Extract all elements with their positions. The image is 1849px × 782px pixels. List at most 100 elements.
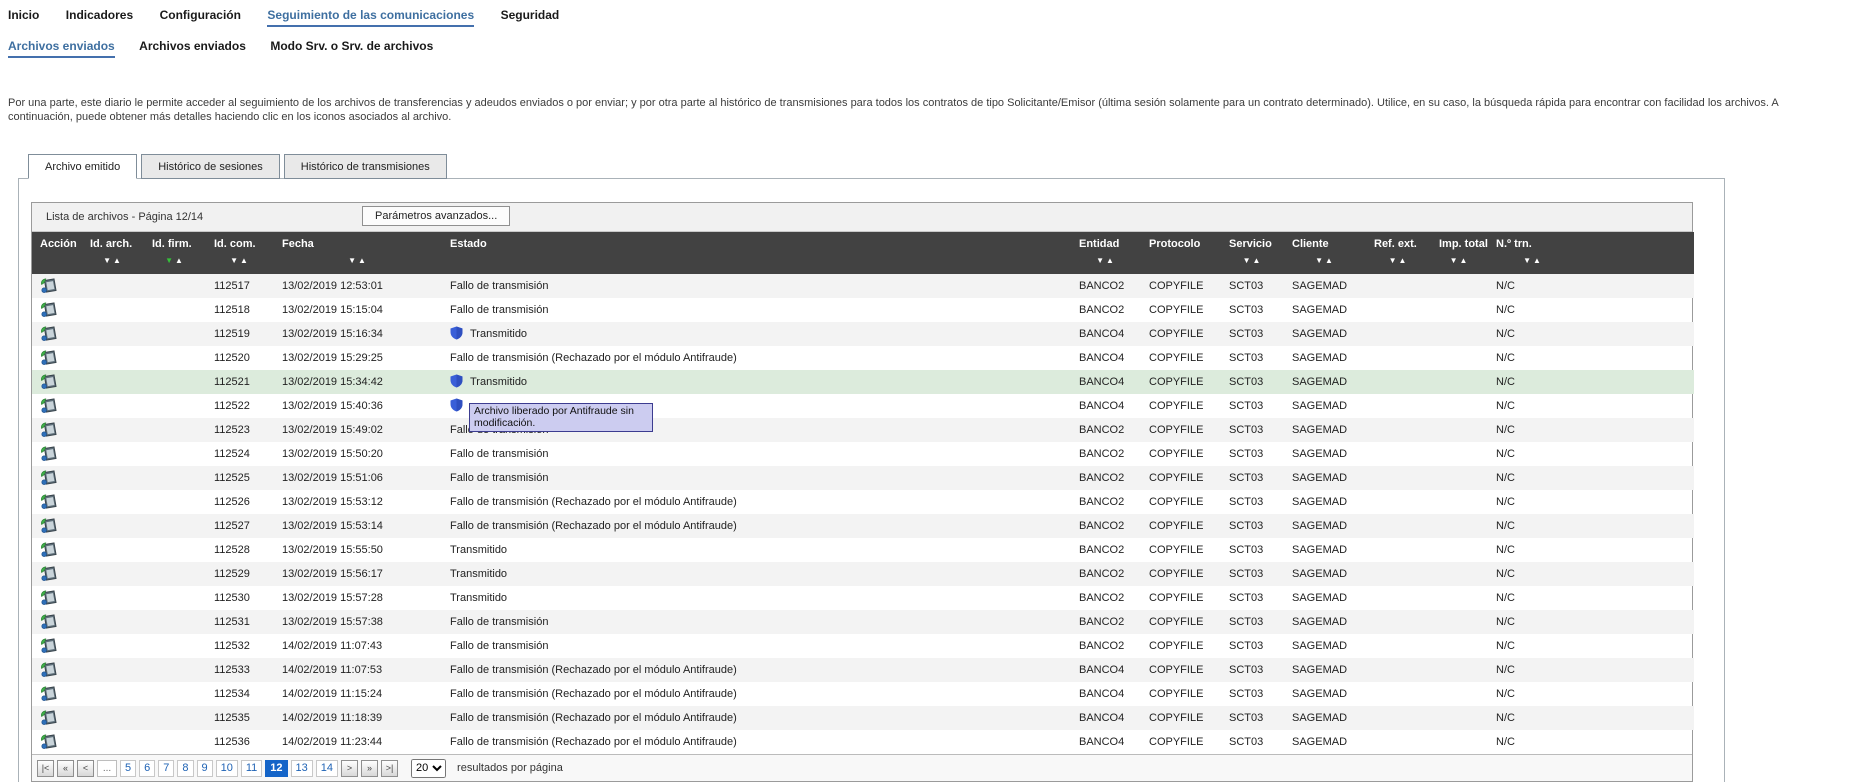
table-row[interactable]: 112529 13/02/2019 15:56:17 Transmitido BANC… (32, 562, 1694, 586)
file-details-icon[interactable] (40, 710, 58, 726)
nav-item-configuracion[interactable]: Configuración (160, 8, 241, 25)
page-button-7[interactable]: 7 (158, 759, 175, 777)
sort-desc-icon[interactable]: ▼ (165, 256, 175, 265)
sort-asc-icon[interactable]: ▲ (175, 256, 185, 265)
column-header-servicio[interactable]: Servicio ▼▲ (1221, 232, 1284, 274)
sort-asc-icon[interactable]: ▲ (1253, 256, 1263, 265)
column-header-id_com[interactable]: Id. com. ▼▲ (206, 232, 274, 274)
nav-item-seguimiento[interactable]: Seguimiento de las comunicaciones (267, 8, 475, 27)
table-row[interactable]: 112522 13/02/2019 15:40:36 Archivo liberad… (32, 394, 1694, 432)
tab-historico-transmisiones[interactable]: Histórico de transmisiones (283, 154, 447, 179)
sort-desc-icon[interactable]: ▼ (1096, 256, 1106, 265)
page-button-14[interactable]: 14 (315, 759, 339, 777)
file-details-icon[interactable] (40, 518, 58, 534)
file-details-icon[interactable] (40, 398, 58, 414)
column-header-fecha[interactable]: Fecha ▼▲ (274, 232, 442, 274)
page-button-8[interactable]: 8 (177, 759, 194, 777)
sort-icons[interactable]: ▼▲ (1366, 250, 1431, 265)
table-row[interactable]: 112521 13/02/2019 15:34:42 Transmitido BANC… (32, 370, 1694, 394)
nav-item-seguridad[interactable]: Seguridad (501, 8, 560, 25)
tab-archivo-emitido[interactable]: Archivo emitido (28, 154, 138, 179)
current-page-button[interactable]: 12 (265, 759, 288, 777)
table-row[interactable]: 112535 14/02/2019 11:18:39 Fallo de transm… (32, 706, 1694, 730)
page-button-5[interactable]: 5 (120, 759, 137, 777)
page-button-6[interactable]: 6 (139, 759, 156, 777)
table-row[interactable]: 11252313/02/2019 15:49:02Fallo de transm… (32, 418, 1694, 442)
table-row[interactable]: 112524 13/02/2019 15:50:20 Fallo de transm… (32, 442, 1694, 466)
sort-icons[interactable]: ▼▲ (1221, 250, 1284, 265)
sort-desc-icon[interactable]: ▼ (230, 256, 240, 265)
sort-icons[interactable]: ▼▲ (82, 250, 144, 265)
page-button-11[interactable]: 11 (240, 759, 263, 777)
sort-asc-icon[interactable]: ▲ (1325, 256, 1335, 265)
column-header-n_trn[interactable]: N.º trn. ▼▲ (1488, 232, 1578, 274)
prev-page-button[interactable]: < (77, 759, 94, 777)
sort-asc-icon[interactable]: ▲ (113, 256, 123, 265)
file-details-icon[interactable] (40, 542, 58, 558)
table-row[interactable]: 112532 14/02/2019 11:07:43 Fallo de transm… (32, 634, 1694, 658)
sort-desc-icon[interactable]: ▼ (103, 256, 113, 265)
sort-icons[interactable]: ▼▲ (1071, 250, 1141, 265)
nav-item-inicio[interactable]: Inicio (8, 8, 39, 25)
table-row[interactable]: 112530 13/02/2019 15:57:28 Transmitido BANC… (32, 586, 1694, 610)
file-details-icon[interactable] (40, 446, 58, 462)
page-button-9[interactable]: 9 (196, 759, 213, 777)
table-row[interactable]: 112536 14/02/2019 11:23:44 Fallo de transm… (32, 730, 1694, 754)
sort-desc-icon[interactable]: ▼ (1315, 256, 1325, 265)
sort-icons[interactable]: ▼▲ (274, 250, 442, 265)
next-page-button[interactable]: > (341, 759, 359, 777)
subnav-item-archivos-enviados-1[interactable]: Archivos enviados (8, 39, 115, 58)
last-page-button[interactable]: >| (381, 759, 399, 777)
file-details-icon[interactable] (40, 566, 58, 582)
file-details-icon[interactable] (40, 374, 58, 390)
table-row[interactable]: 112528 13/02/2019 15:55:50 Transmitido BANC… (32, 538, 1694, 562)
fast-next-button[interactable]: » (361, 759, 379, 777)
sort-desc-icon[interactable]: ▼ (348, 256, 358, 265)
file-details-icon[interactable] (40, 590, 58, 606)
page-button-13[interactable]: 13 (290, 759, 313, 777)
column-header-id_firm[interactable]: Id. firm. ▼▲ (144, 232, 206, 274)
sort-asc-icon[interactable]: ▲ (240, 256, 250, 265)
file-details-icon[interactable] (40, 350, 58, 366)
table-row[interactable]: 112517 13/02/2019 12:53:01 Fallo de transm… (32, 274, 1694, 298)
file-details-icon[interactable] (40, 302, 58, 318)
nav-item-indicadores[interactable]: Indicadores (66, 8, 133, 25)
table-row[interactable]: 112526 13/02/2019 15:53:12 Fallo de transm… (32, 490, 1694, 514)
table-row[interactable]: 112518 13/02/2019 15:15:04 Fallo de transm… (32, 298, 1694, 322)
sort-desc-icon[interactable]: ▼ (1523, 256, 1533, 265)
page-size-select[interactable]: 20 (411, 758, 447, 778)
table-row[interactable]: 112527 13/02/2019 15:53:14 Fallo de transm… (32, 514, 1694, 538)
file-details-icon[interactable] (40, 422, 58, 438)
sort-icons[interactable]: ▼▲ (1284, 250, 1366, 265)
table-row[interactable]: 112533 14/02/2019 11:07:53 Fallo de transm… (32, 658, 1694, 682)
table-row[interactable]: 112534 14/02/2019 11:15:24 Fallo de transm… (32, 682, 1694, 706)
sort-icons[interactable]: ▼▲ (1431, 250, 1488, 265)
file-details-icon[interactable] (40, 686, 58, 702)
sort-asc-icon[interactable]: ▲ (1460, 256, 1470, 265)
subnav-item-archivos-enviados-2[interactable]: Archivos enviados (139, 39, 246, 56)
column-header-imp_total[interactable]: Imp. total ▼▲ (1431, 232, 1488, 274)
file-details-icon[interactable] (40, 662, 58, 678)
column-header-id_arch[interactable]: Id. arch. ▼▲ (82, 232, 144, 274)
first-page-button[interactable]: |< (37, 759, 54, 777)
sort-asc-icon[interactable]: ▲ (358, 256, 368, 265)
sort-desc-icon[interactable]: ▼ (1389, 256, 1399, 265)
sort-desc-icon[interactable]: ▼ (1450, 256, 1460, 265)
advanced-params-button[interactable]: Parámetros avanzados... (362, 206, 511, 226)
file-details-icon[interactable] (40, 494, 58, 510)
sort-icons[interactable]: ▼▲ (206, 250, 274, 265)
sort-icons[interactable]: ▼▲ (144, 250, 206, 265)
file-details-icon[interactable] (40, 470, 58, 486)
file-details-icon[interactable] (40, 278, 58, 294)
table-row[interactable]: 112520 13/02/2019 15:29:25 Fallo de transm… (32, 346, 1694, 370)
sort-desc-icon[interactable]: ▼ (1243, 256, 1253, 265)
file-details-icon[interactable] (40, 734, 58, 750)
file-details-icon[interactable] (40, 614, 58, 630)
sort-icons[interactable]: ▼▲ (1488, 250, 1578, 265)
table-row[interactable]: 112519 13/02/2019 15:16:34 Transmitido BANC… (32, 322, 1694, 346)
sort-asc-icon[interactable]: ▲ (1106, 256, 1116, 265)
tab-historico-sesiones[interactable]: Histórico de sesiones (141, 154, 280, 179)
column-header-ref_ext[interactable]: Ref. ext. ▼▲ (1366, 232, 1431, 274)
table-row[interactable]: 112531 13/02/2019 15:57:38 Fallo de transm… (32, 610, 1694, 634)
file-details-icon[interactable] (40, 638, 58, 654)
